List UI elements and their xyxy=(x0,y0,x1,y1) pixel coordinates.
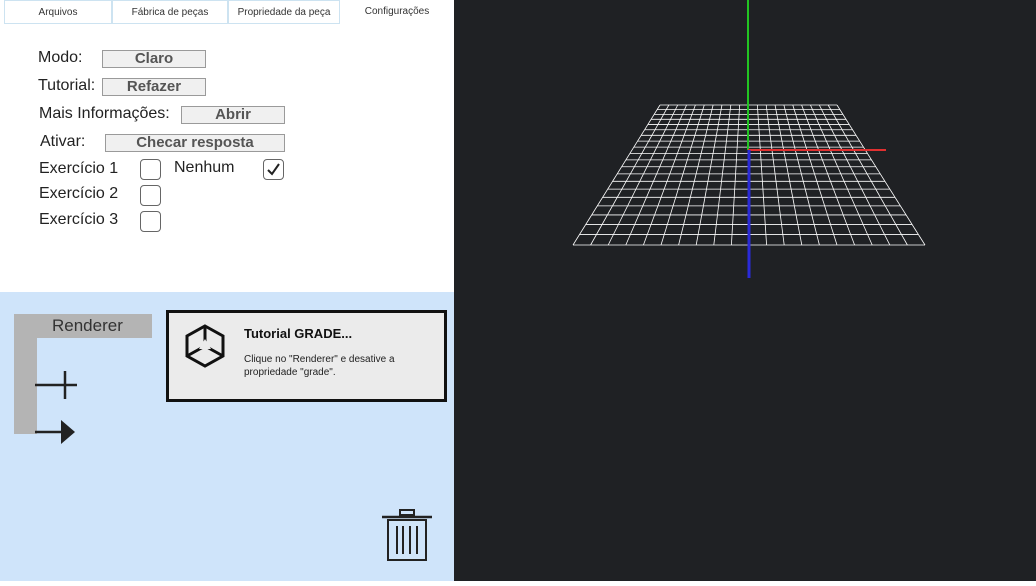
activate-label: Ativar: xyxy=(40,133,86,150)
none-label: Nenhum xyxy=(174,159,235,176)
grid-line xyxy=(818,104,891,246)
tab-fabrica-de-pecas[interactable]: Fábrica de peças xyxy=(112,0,228,24)
grid-line xyxy=(572,104,661,246)
exercise-2-label: Exercício 2 xyxy=(39,185,119,202)
grid-line xyxy=(801,104,855,246)
exercise-3-checkbox[interactable] xyxy=(140,211,161,232)
checkmark-icon xyxy=(267,163,280,176)
check-answer-button[interactable]: Checar resposta xyxy=(105,134,285,152)
tooltip-body: Clique no "Renderer" e desative a propri… xyxy=(244,354,395,378)
grid-line xyxy=(695,104,723,246)
grid-line xyxy=(792,104,838,246)
grid-line xyxy=(827,104,908,246)
exercise-2-checkbox[interactable] xyxy=(140,185,161,206)
tutorial-label: Tutorial: xyxy=(38,77,96,94)
component-panel: Renderer Tutorial GRADE... Clique no "Re… xyxy=(0,292,454,581)
mode-button[interactable]: Claro xyxy=(102,50,206,68)
renderer-header[interactable]: Renderer xyxy=(14,314,152,338)
trash-icon[interactable] xyxy=(380,508,434,562)
grid-line xyxy=(810,104,873,246)
grid-line xyxy=(836,104,926,246)
more-info-label: Mais Informações: xyxy=(39,105,170,122)
grid-line xyxy=(765,104,785,246)
arrow-right-icon[interactable] xyxy=(35,418,77,446)
grid-line xyxy=(783,104,820,246)
renderer-component[interactable]: Renderer xyxy=(14,314,152,444)
redo-tutorial-button[interactable]: Refazer xyxy=(102,78,206,96)
grid-line xyxy=(731,104,741,246)
renderer-sidebar xyxy=(14,338,37,434)
exercise-3-label: Exercício 3 xyxy=(39,211,119,228)
tooltip-title: Tutorial GRADE... xyxy=(244,326,353,341)
grid-line xyxy=(678,104,714,246)
grid-line xyxy=(774,104,803,246)
exercise-1-checkbox[interactable] xyxy=(140,159,161,180)
tab-arquivos[interactable]: Arquivos xyxy=(4,0,112,24)
exercise-1-label: Exercício 1 xyxy=(39,160,119,177)
tutorial-tooltip: Tutorial GRADE... Clique no "Renderer" e… xyxy=(166,310,447,402)
tab-bar: Arquivos Fábrica de peças Propriedade da… xyxy=(0,0,454,24)
plus-icon[interactable] xyxy=(35,369,79,401)
grid-line xyxy=(713,104,732,246)
renderer-label: Renderer xyxy=(52,316,123,335)
tab-propriedade-da-peca[interactable]: Propriedade da peça xyxy=(228,0,340,24)
none-checkbox[interactable] xyxy=(263,159,284,180)
grid-line xyxy=(756,104,767,246)
scene-canvas[interactable] xyxy=(454,0,1036,581)
grid-line xyxy=(643,104,696,246)
grid-line xyxy=(625,104,687,246)
grid-line xyxy=(590,104,670,246)
scene-viewport[interactable] xyxy=(454,0,1036,581)
mode-label: Modo: xyxy=(38,49,83,66)
unity-logo-icon xyxy=(185,324,225,368)
open-info-button[interactable]: Abrir xyxy=(181,106,285,124)
tab-configuracoes[interactable]: Configurações xyxy=(340,0,454,24)
